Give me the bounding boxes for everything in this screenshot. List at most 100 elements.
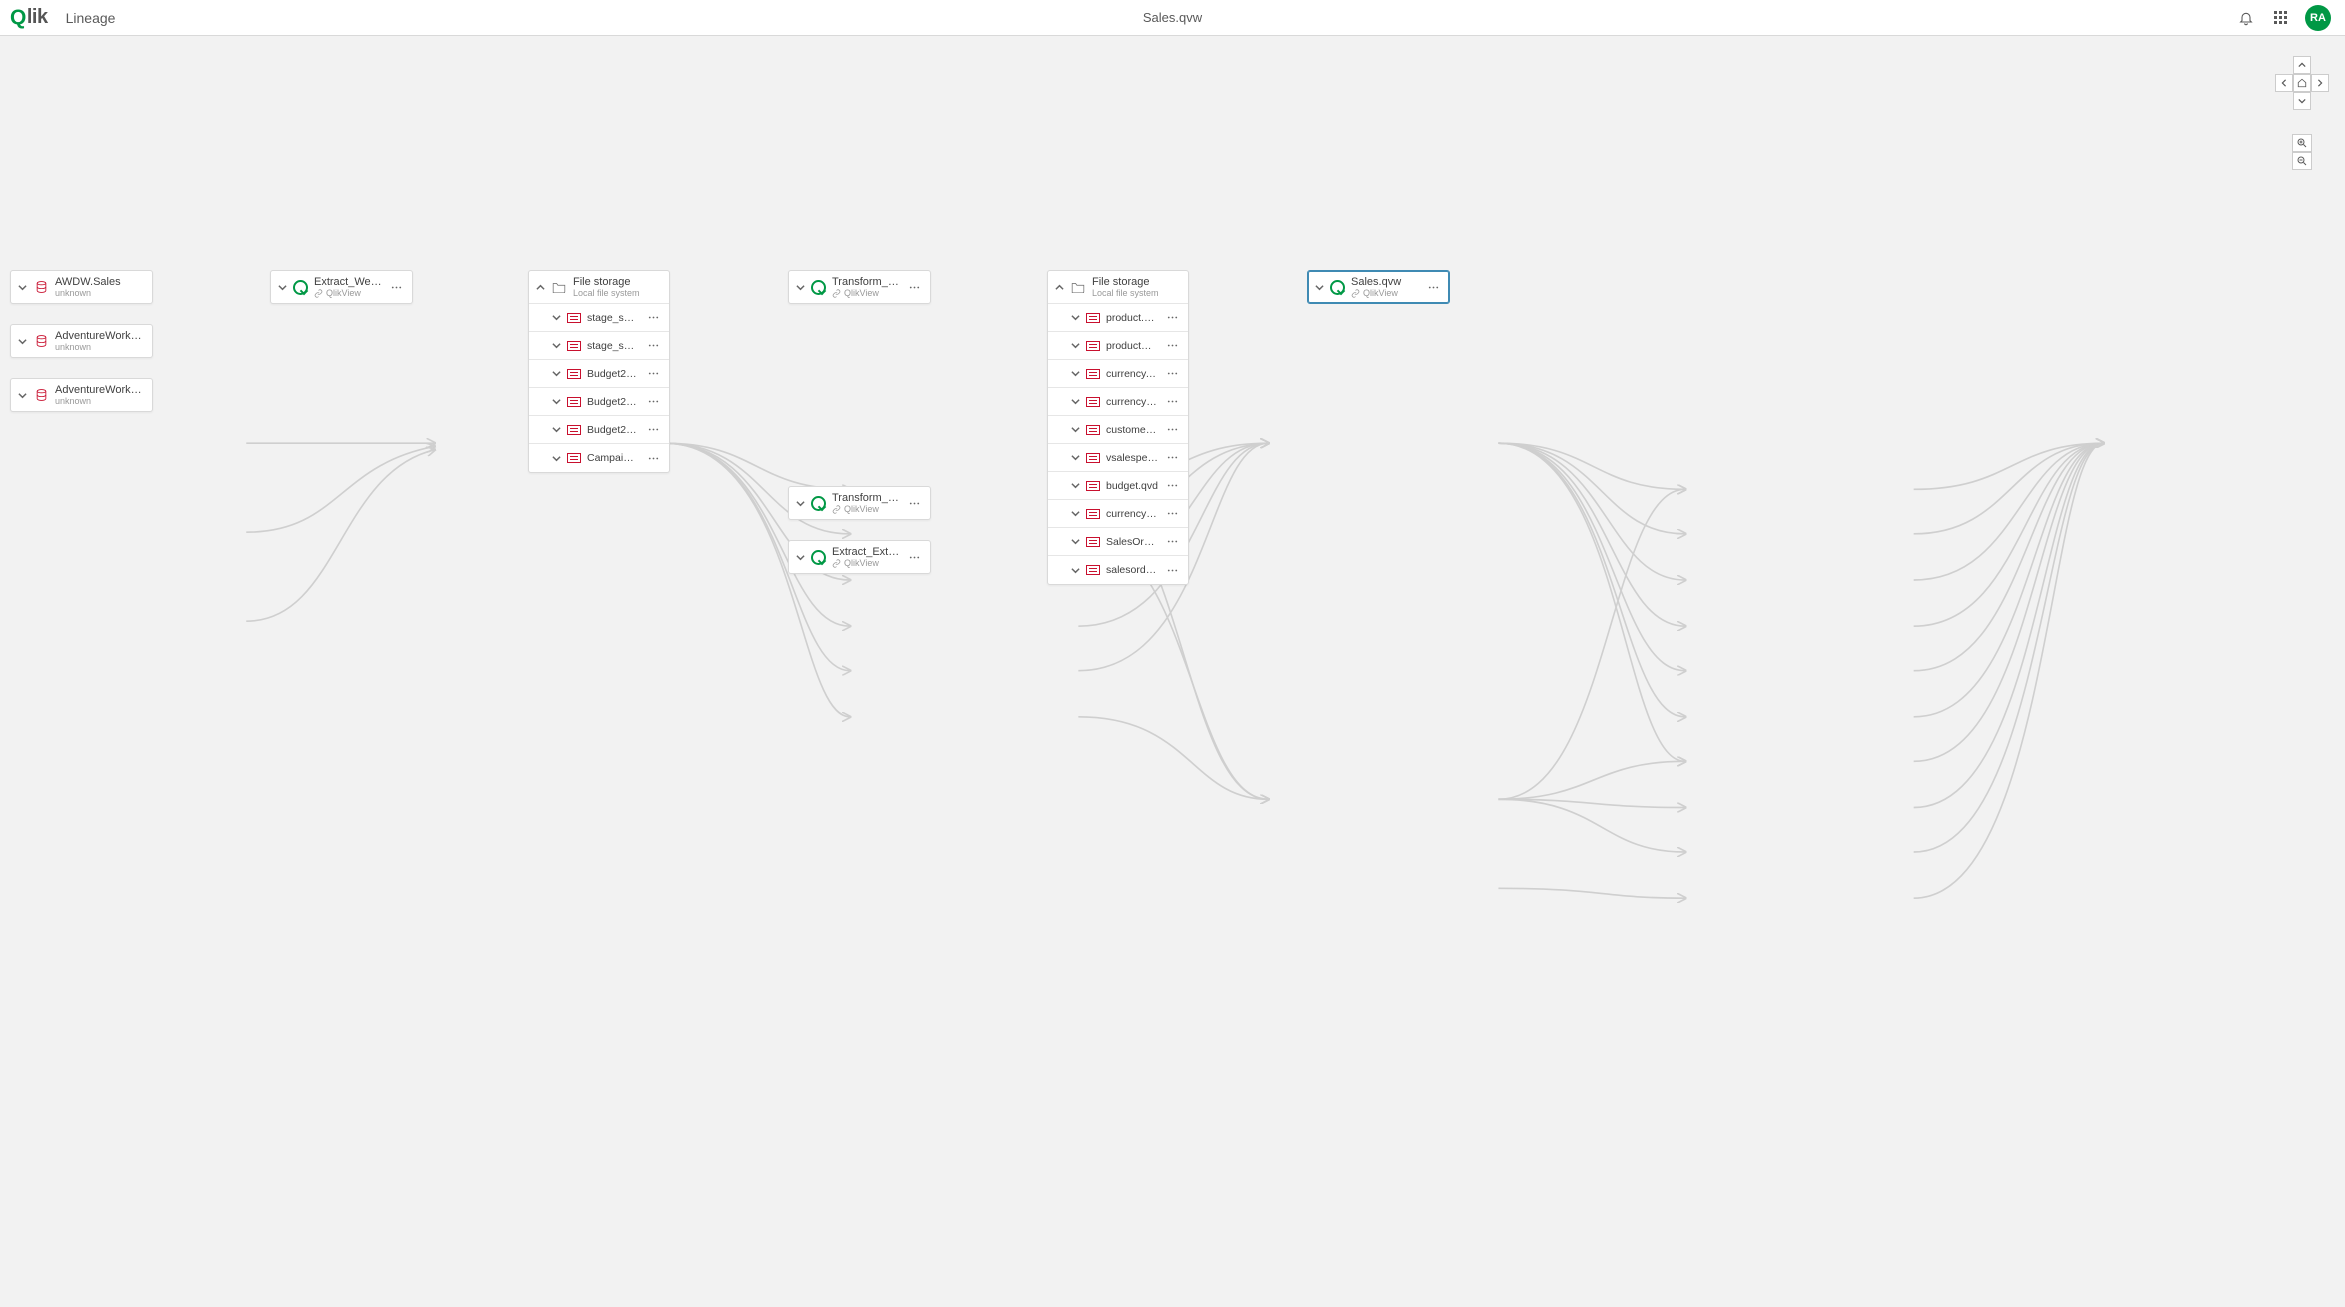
lineage-canvas[interactable]: AWDW.Salesunknown AdventureWorks2017.Sal… — [0, 36, 2345, 1307]
chevron-down-icon[interactable] — [1070, 481, 1080, 491]
more-icon[interactable] — [1164, 310, 1180, 326]
chevron-down-icon[interactable] — [17, 336, 27, 346]
chevron-down-icon[interactable] — [1070, 537, 1080, 547]
file-item[interactable]: budget.qvd — [1048, 472, 1188, 500]
file-name: Budget2013.xlsx — [587, 396, 639, 408]
file-name: budget.qvd — [1106, 480, 1158, 492]
node-source-aw2017-product[interactable]: AdventureWorks2017.Produ…unknown — [10, 378, 153, 412]
datafile-icon — [567, 341, 581, 351]
node-transform-sales[interactable]: Transform_Sales.qvw QlikView — [788, 486, 931, 520]
chevron-down-icon[interactable] — [551, 313, 561, 323]
nav-up-button[interactable] — [2293, 56, 2311, 74]
more-icon[interactable] — [1164, 338, 1180, 354]
chevron-down-icon[interactable] — [1070, 369, 1080, 379]
more-icon[interactable] — [388, 279, 404, 295]
file-item[interactable]: Budget2013.xlsx — [529, 388, 669, 416]
more-icon[interactable] — [906, 279, 922, 295]
file-item[interactable]: product.qvd — [1048, 304, 1188, 332]
zoom-out-button[interactable] — [2292, 152, 2312, 170]
datafile-icon — [567, 425, 581, 435]
file-item[interactable]: currencyrate.qvd — [1048, 500, 1188, 528]
node-source-awdw-sales[interactable]: AWDW.Salesunknown — [10, 270, 153, 304]
chevron-down-icon[interactable] — [1070, 453, 1080, 463]
more-icon[interactable] — [645, 422, 661, 438]
chevron-down-icon[interactable] — [1070, 341, 1080, 351]
chevron-down-icon[interactable] — [551, 425, 561, 435]
nav-left-button[interactable] — [2275, 74, 2293, 92]
node-sales-qvw[interactable]: Sales.qvw QlikView — [1307, 270, 1450, 304]
more-icon[interactable] — [1164, 422, 1180, 438]
chevron-down-icon[interactable] — [1070, 509, 1080, 519]
file-item[interactable]: Campaign.xlsx — [529, 444, 669, 472]
node-title: Transform_Budget.qvw — [832, 276, 900, 288]
chevron-down-icon[interactable] — [277, 282, 287, 292]
file-name: currency.qvd — [1106, 368, 1158, 380]
file-item[interactable]: SalesOrderDetail_202… — [1048, 528, 1188, 556]
chevron-down-icon[interactable] — [551, 341, 561, 351]
node-subtitle: QlikView — [832, 288, 900, 298]
node-file-storage-stage[interactable]: File storageLocal file system stage_sale… — [528, 270, 670, 473]
chevron-down-icon[interactable] — [551, 453, 561, 463]
chevron-down-icon[interactable] — [795, 282, 805, 292]
more-icon[interactable] — [906, 549, 922, 565]
app-launcher-icon[interactable] — [2271, 9, 2289, 27]
nav-down-button[interactable] — [2293, 92, 2311, 110]
chevron-down-icon[interactable] — [1070, 397, 1080, 407]
file-item[interactable]: productmodel.qvd — [1048, 332, 1188, 360]
file-item[interactable]: currency.qvd — [1048, 360, 1188, 388]
chevron-down-icon[interactable] — [1314, 282, 1324, 292]
more-icon[interactable] — [645, 394, 661, 410]
page-title: Sales.qvw — [1143, 10, 1202, 25]
more-icon[interactable] — [1425, 279, 1441, 295]
node-transform-budget[interactable]: Transform_Budget.qvw QlikView — [788, 270, 931, 304]
more-icon[interactable] — [1164, 506, 1180, 522]
datafile-icon — [1086, 565, 1100, 575]
file-item[interactable]: currencyrate.qvd — [1048, 388, 1188, 416]
chevron-down-icon[interactable] — [795, 498, 805, 508]
more-icon[interactable] — [1164, 534, 1180, 550]
file-item[interactable]: salesorderdetail.qvd — [1048, 556, 1188, 584]
file-item[interactable]: Budget2014.xlsx — [529, 416, 669, 444]
file-item[interactable]: vsalesperson.qvd — [1048, 444, 1188, 472]
more-icon[interactable] — [1164, 562, 1180, 578]
chevron-down-icon[interactable] — [795, 552, 805, 562]
chevron-down-icon[interactable] — [551, 397, 561, 407]
more-icon[interactable] — [645, 338, 661, 354]
file-item[interactable]: stage_salesorderhead… — [529, 332, 669, 360]
nav-home-button[interactable] — [2293, 74, 2311, 92]
node-extract-weekly[interactable]: Extract_Weekly.qvw QlikView — [270, 270, 413, 304]
avatar[interactable]: RA — [2305, 5, 2331, 31]
breadcrumb[interactable]: Lineage — [66, 10, 116, 26]
chevron-up-icon[interactable] — [535, 282, 545, 292]
more-icon[interactable] — [1164, 366, 1180, 382]
more-icon[interactable] — [1164, 478, 1180, 494]
node-subtitle: QlikView — [314, 288, 382, 298]
more-icon[interactable] — [1164, 450, 1180, 466]
node-file-storage-qvd[interactable]: File storageLocal file system product.qv… — [1047, 270, 1189, 585]
chevron-down-icon[interactable] — [1070, 565, 1080, 575]
more-icon[interactable] — [645, 450, 661, 466]
chevron-down-icon[interactable] — [1070, 425, 1080, 435]
file-item[interactable]: Budget2012.xlsx — [529, 360, 669, 388]
more-icon[interactable] — [906, 495, 922, 511]
bell-icon[interactable] — [2237, 9, 2255, 27]
chevron-down-icon[interactable] — [17, 390, 27, 400]
datafile-icon — [1086, 453, 1100, 463]
more-icon[interactable] — [645, 310, 661, 326]
nav-right-button[interactable] — [2311, 74, 2329, 92]
chevron-down-icon[interactable] — [1070, 313, 1080, 323]
nav-pad — [2275, 56, 2329, 170]
more-icon[interactable] — [645, 366, 661, 382]
node-extract-external[interactable]: Extract_External.qvw QlikView — [788, 540, 931, 574]
chevron-down-icon[interactable] — [551, 369, 561, 379]
product-logo[interactable]: QQliklik — [10, 6, 48, 30]
chevron-up-icon[interactable] — [1054, 282, 1064, 292]
zoom-in-button[interactable] — [2292, 134, 2312, 152]
database-icon — [33, 279, 49, 295]
chevron-down-icon[interactable] — [17, 282, 27, 292]
file-item[interactable]: stage_salesorderdetail.… — [529, 304, 669, 332]
file-name: salesorderdetail.qvd — [1106, 564, 1158, 576]
node-source-aw2017-sales[interactable]: AdventureWorks2017.Salesunknown — [10, 324, 153, 358]
more-icon[interactable] — [1164, 394, 1180, 410]
file-item[interactable]: customer.qvd — [1048, 416, 1188, 444]
